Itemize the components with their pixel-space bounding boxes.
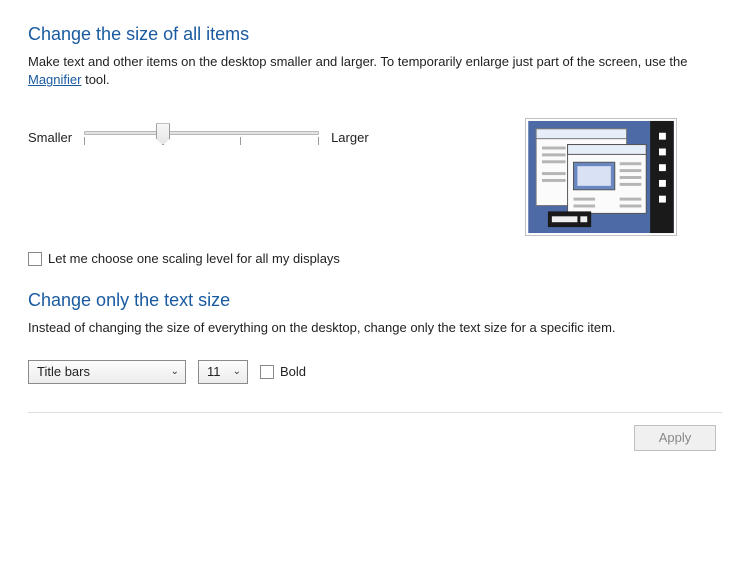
item-select[interactable]: Title bars ⌄ [28,360,186,384]
bold-checkbox[interactable] [260,365,274,379]
heading-change-text-size: Change only the text size [28,290,722,311]
chevron-down-icon: ⌄ [171,366,179,377]
font-size-select[interactable]: 11 ⌄ [198,360,248,384]
display-preview-image [525,118,677,236]
item-select-value: Title bars [37,364,90,379]
desc-prefix: Make text and other items on the desktop… [28,54,688,69]
desc-suffix: tool. [81,72,109,87]
separator [28,412,722,413]
text-size-controls: Title bars ⌄ 11 ⌄ Bold [28,360,722,384]
scaling-level-checkbox-label: Let me choose one scaling level for all … [48,251,340,266]
description-change-all-items: Make text and other items on the desktop… [28,53,722,89]
description-change-text-size: Instead of changing the size of everythi… [28,319,722,337]
slider-track [84,131,319,135]
size-slider[interactable] [84,121,319,153]
footer-buttons: Apply [28,425,722,451]
bold-checkbox-label: Bold [280,364,306,379]
font-size-select-value: 11 [207,364,221,379]
chevron-down-icon: ⌄ [233,366,241,377]
bold-checkbox-row[interactable]: Bold [260,364,306,379]
scaling-level-checkbox-row[interactable]: Let me choose one scaling level for all … [28,251,340,266]
slider-smaller-label: Smaller [28,130,72,145]
slider-ticks [84,137,319,145]
magnifier-link[interactable]: Magnifier [28,72,81,87]
heading-change-all-items: Change the size of all items [28,24,722,45]
slider-larger-label: Larger [331,130,369,145]
scaling-level-checkbox[interactable] [28,252,42,266]
apply-button[interactable]: Apply [634,425,716,451]
